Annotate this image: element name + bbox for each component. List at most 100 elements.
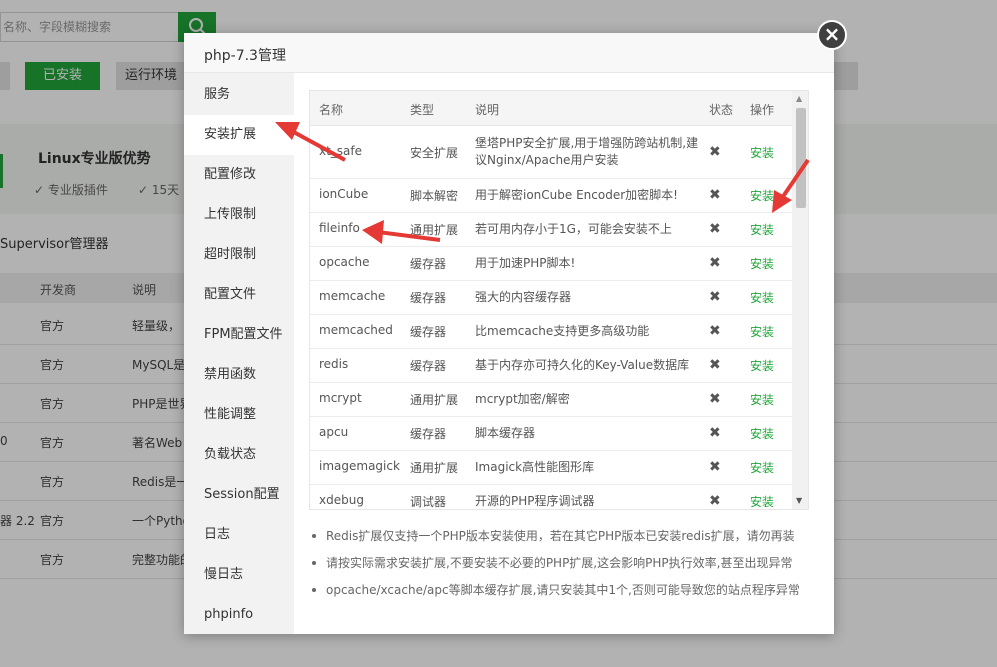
- install-button[interactable]: 安装: [750, 221, 774, 238]
- extension-table: 名称 类型 说明 状态 操作 xt_safe 安全扩展 堡塔PHP安全扩展,用于增强…: [309, 90, 809, 510]
- extension-type: 通用扩展: [410, 223, 459, 237]
- extension-name: redis: [319, 357, 349, 371]
- extension-type: 通用扩展: [410, 393, 459, 407]
- extension-status-icon: ✖: [709, 493, 721, 509]
- extension-row: apcu 缓存器 脚本缓存器 ✖ 安装: [310, 416, 792, 451]
- install-button[interactable]: 安装: [750, 391, 774, 408]
- install-button[interactable]: 安装: [750, 144, 774, 161]
- sidebar-item[interactable]: phpinfo: [184, 595, 294, 635]
- sidebar-item[interactable]: 慢日志: [184, 555, 294, 595]
- extension-status-icon: ✖: [709, 391, 721, 407]
- sidebar-item[interactable]: 配置修改: [184, 155, 294, 195]
- extension-type: 缓存器: [410, 325, 447, 339]
- extension-desc: 若可用内存小于1G，可能会安装不上: [475, 222, 672, 236]
- sidebar-item[interactable]: 负载状态: [184, 435, 294, 475]
- install-button[interactable]: 安装: [750, 323, 774, 340]
- extension-name: apcu: [319, 425, 349, 439]
- extension-row: xt_safe 安全扩展 堡塔PHP安全扩展,用于增强防跨站机制,建议Nginx/A…: [310, 126, 792, 179]
- extension-type: 缓存器: [410, 359, 447, 373]
- extension-row: memcache 缓存器 强大的内容缓存器 ✖ 安装: [310, 280, 792, 315]
- extension-desc: 开源的PHP程序调试器: [475, 494, 595, 508]
- header-action: 操作: [750, 103, 775, 117]
- extension-type: 缓存器: [410, 257, 447, 271]
- scroll-down-icon[interactable]: ▼: [796, 496, 802, 505]
- install-button[interactable]: 安装: [750, 289, 774, 306]
- extension-status-icon: ✖: [709, 187, 721, 203]
- extension-row: ionCube 脚本解密 用于解密ionCube Encoder加密脚本! ✖ 安装: [310, 178, 792, 213]
- extension-type: 脚本解密: [410, 189, 459, 203]
- sidebar-item[interactable]: 日志: [184, 515, 294, 555]
- dialog-title: php-7.3管理: [204, 48, 286, 64]
- extension-row: mcrypt 通用扩展 mcrypt加密/解密 ✖ 安装: [310, 382, 792, 417]
- extension-type: 通用扩展: [410, 461, 459, 475]
- extension-status-icon: ✖: [709, 425, 721, 441]
- install-button[interactable]: 安装: [750, 493, 774, 509]
- sidebar-item[interactable]: 禁用函数: [184, 355, 294, 395]
- extension-desc: 用于加速PHP脚本!: [475, 256, 576, 270]
- dialog-sidebar: 服务 安装扩展 配置修改 上传限制 超时限制 配置文件 FPM配置文件 禁用函数 性能调整 负载状…: [184, 73, 294, 634]
- extension-desc: 脚本缓存器: [475, 426, 536, 440]
- extension-name: memcache: [319, 289, 386, 303]
- extension-name: ionCube: [319, 187, 369, 201]
- sidebar-item[interactable]: 性能调整: [184, 395, 294, 435]
- header-name: 名称: [319, 103, 344, 117]
- extension-status-icon: ✖: [709, 144, 721, 160]
- extension-desc: 强大的内容缓存器: [475, 290, 572, 304]
- note-item: 请按实际需求安装扩展,不要安装不必要的PHP扩展,这会影响PHP执行效率,甚至出…: [312, 554, 812, 581]
- extension-row: opcache 缓存器 用于加速PHP脚本! ✖ 安装: [310, 246, 792, 281]
- install-button[interactable]: 安装: [750, 459, 774, 476]
- header-type: 类型: [410, 103, 435, 117]
- extension-row: xdebug 调试器 开源的PHP程序调试器 ✖ 安装: [310, 484, 792, 509]
- extension-row: redis 缓存器 基于内存亦可持久化的Key-Value数据库 ✖ 安装: [310, 348, 792, 383]
- extension-type: 缓存器: [410, 427, 447, 441]
- extension-status-icon: ✖: [709, 459, 721, 475]
- sidebar-item[interactable]: 配置文件: [184, 275, 294, 315]
- header-status: 状态: [709, 103, 734, 117]
- extension-status-icon: ✖: [709, 323, 721, 339]
- extension-name: xt_safe: [319, 144, 363, 158]
- sidebar-item[interactable]: 超时限制: [184, 235, 294, 275]
- extension-status-icon: ✖: [709, 255, 721, 271]
- extension-status-icon: ✖: [709, 289, 721, 305]
- extension-row: imagemagick 通用扩展 Imagick高性能图形库 ✖ 安装: [310, 450, 792, 485]
- install-button[interactable]: 安装: [750, 357, 774, 374]
- extension-name: opcache: [319, 255, 370, 269]
- sidebar-item[interactable]: 安装扩展: [184, 115, 294, 155]
- sidebar-item[interactable]: 服务: [184, 75, 294, 115]
- install-button[interactable]: 安装: [750, 255, 774, 272]
- extension-status-icon: ✖: [709, 357, 721, 373]
- php-management-dialog: php-7.3管理 服务 安装扩展 配置修改 上传限制 超时限制 配置文件 FPM配置文件禁…: [184, 33, 834, 634]
- sidebar-item[interactable]: 上传限制: [184, 195, 294, 235]
- table-scrollbar[interactable]: ▲ ▼: [792, 91, 808, 509]
- sidebar-item[interactable]: FPM配置文件: [184, 315, 294, 355]
- extension-desc: 比memcache支持更多高级功能: [475, 324, 650, 338]
- extension-type: 调试器: [410, 495, 447, 509]
- extension-table-header: 名称 类型 说明 状态 操作: [310, 91, 792, 126]
- extension-type: 缓存器: [410, 291, 447, 305]
- header-desc: 说明: [475, 103, 500, 117]
- extension-name: imagemagick: [319, 459, 400, 473]
- extension-status-icon: ✖: [709, 221, 721, 237]
- note-item: Redis扩展仅支持一个PHP版本安装使用，若在其它PHP版本已安装redis扩…: [312, 527, 812, 554]
- scroll-up-icon[interactable]: ▲: [796, 94, 802, 103]
- extension-desc: Imagick高性能图形库: [475, 460, 595, 474]
- extension-desc: 用于解密ionCube Encoder加密脚本!: [475, 188, 678, 202]
- extension-name: xdebug: [319, 493, 364, 507]
- note-item: opcache/xcache/apc等脚本缓存扩展,请只安装其中1个,否则可能导…: [312, 581, 812, 608]
- notes-list: Redis扩展仅支持一个PHP版本安装使用，若在其它PHP版本已安装redis扩…: [312, 527, 812, 608]
- extension-name: memcached: [319, 323, 393, 337]
- extension-name: fileinfo: [319, 221, 360, 235]
- extension-desc: 堡塔PHP安全扩展,用于增强防跨站机制,建议Nginx/Apache用户安装: [475, 136, 699, 167]
- extension-name: mcrypt: [319, 391, 362, 405]
- extension-row: fileinfo 通用扩展 若可用内存小于1G，可能会安装不上 ✖ 安装: [310, 212, 792, 247]
- dialog-header: php-7.3管理: [184, 33, 834, 73]
- extension-type: 安全扩展: [410, 146, 459, 160]
- install-button[interactable]: 安装: [750, 425, 774, 442]
- close-button[interactable]: ×: [817, 20, 847, 50]
- install-button[interactable]: 安装: [750, 187, 774, 204]
- scrollbar-thumb[interactable]: [796, 108, 806, 208]
- extension-row: memcached 缓存器 比memcache支持更多高级功能 ✖ 安装: [310, 314, 792, 349]
- extension-desc: mcrypt加密/解密: [475, 392, 570, 406]
- sidebar-item[interactable]: Session配置: [184, 475, 294, 515]
- extension-desc: 基于内存亦可持久化的Key-Value数据库: [475, 358, 690, 372]
